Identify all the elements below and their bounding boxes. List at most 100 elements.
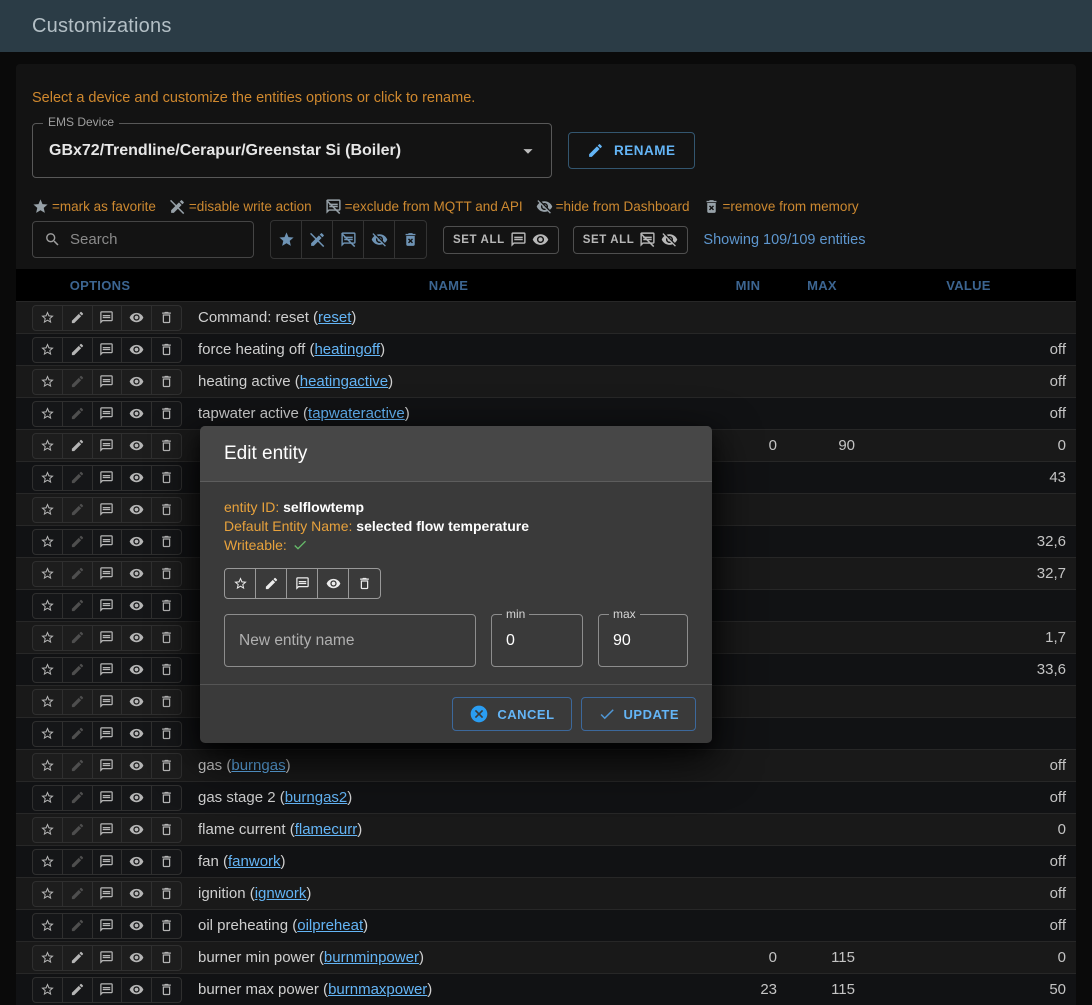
entity-id-link[interactable]: flamecurr bbox=[295, 821, 358, 838]
writeable-line: Writeable: bbox=[224, 536, 688, 555]
table-row[interactable]: burner min power (burnminpower) 0 115 0 bbox=[16, 941, 1076, 973]
entity-id-link[interactable]: oilpreheat bbox=[297, 917, 363, 934]
max-input[interactable] bbox=[599, 615, 687, 666]
filter-edit-off-button[interactable] bbox=[302, 221, 333, 258]
entity-id-link[interactable]: ignwork bbox=[255, 885, 307, 902]
table-row[interactable]: force heating off (heatingoff) off bbox=[16, 333, 1076, 365]
update-button[interactable]: UPDATE bbox=[581, 697, 696, 731]
table-row[interactable]: ignition (ignwork) off bbox=[16, 877, 1076, 909]
new-entity-name-field[interactable] bbox=[224, 614, 476, 667]
ems-device-label: EMS Device bbox=[43, 115, 119, 129]
set-all-hide-button[interactable]: SET ALL bbox=[573, 226, 689, 254]
entity-name: burner min power (burnminpower) bbox=[184, 949, 713, 966]
entity-id-link[interactable]: burnminpower bbox=[324, 949, 419, 966]
comment-icon bbox=[99, 758, 114, 773]
comment-icon bbox=[99, 438, 114, 453]
pencil-icon bbox=[70, 854, 85, 869]
trash-icon bbox=[159, 598, 174, 613]
table-row[interactable]: oil preheating (oilpreheat) off bbox=[16, 909, 1076, 941]
trash-forever-icon bbox=[402, 231, 419, 248]
table-row[interactable]: Command: reset (reset) bbox=[16, 301, 1076, 333]
table-row[interactable]: tapwater active (tapwateractive) off bbox=[16, 397, 1076, 429]
entity-id-value: selflowtemp bbox=[283, 499, 364, 515]
entity-id-link[interactable]: tapwateractive bbox=[308, 405, 405, 422]
pencil-icon bbox=[70, 374, 85, 389]
table-row[interactable]: burner max power (burnmaxpower) 23 115 5… bbox=[16, 973, 1076, 1005]
star-outline-icon bbox=[40, 342, 55, 357]
entity-id-link[interactable]: burnmaxpower bbox=[328, 981, 427, 998]
entity-min: 0 bbox=[713, 949, 783, 966]
star-outline-icon bbox=[40, 534, 55, 549]
filter-eye-off-button[interactable] bbox=[364, 221, 395, 258]
entity-value: 0 bbox=[861, 949, 1076, 966]
entity-edit-toggle[interactable] bbox=[256, 569, 287, 598]
entity-id-link[interactable]: heatingoff bbox=[314, 341, 380, 358]
star-outline-icon bbox=[40, 918, 55, 933]
chevron-down-icon bbox=[517, 140, 539, 162]
entity-star-o-toggle[interactable] bbox=[225, 569, 256, 598]
entity-trash-toggle[interactable] bbox=[349, 569, 380, 598]
star-outline-icon bbox=[40, 694, 55, 709]
entity-id-line: entity ID: selflowtemp bbox=[224, 498, 688, 517]
eye-icon bbox=[129, 886, 144, 901]
legend-item: =disable write action bbox=[169, 198, 312, 215]
trash-icon bbox=[159, 438, 174, 453]
star-outline-icon bbox=[40, 438, 55, 453]
filter-star-button[interactable] bbox=[271, 221, 302, 258]
entity-id-link[interactable]: heatingactive bbox=[300, 373, 388, 390]
min-field[interactable]: min bbox=[491, 614, 583, 667]
rename-button[interactable]: RENAME bbox=[568, 132, 695, 169]
star-outline-icon bbox=[40, 662, 55, 677]
comment-icon bbox=[510, 231, 527, 248]
star-outline-icon bbox=[40, 598, 55, 613]
comment-icon bbox=[99, 534, 114, 549]
table-row[interactable]: gas stage 2 (burngas2) off bbox=[16, 781, 1076, 813]
set-all-show-button[interactable]: SET ALL bbox=[443, 226, 559, 254]
legend-item: =remove from memory bbox=[703, 198, 859, 215]
filter-trash-x-button[interactable] bbox=[395, 221, 426, 258]
min-input[interactable] bbox=[492, 615, 582, 666]
column-header-min: MIN bbox=[713, 278, 783, 293]
pencil-icon bbox=[70, 950, 85, 965]
table-row[interactable]: flame current (flamecurr) 0 bbox=[16, 813, 1076, 845]
table-row[interactable]: heating active (heatingactive) off bbox=[16, 365, 1076, 397]
default-name-line: Default Entity Name: selected flow tempe… bbox=[224, 517, 688, 536]
max-field[interactable]: max bbox=[598, 614, 688, 667]
trash-icon bbox=[159, 822, 174, 837]
search-box[interactable] bbox=[32, 221, 254, 258]
eye-icon bbox=[129, 342, 144, 357]
star-outline-icon bbox=[40, 822, 55, 837]
ems-device-select[interactable]: EMS Device GBx72/Trendline/Cerapur/Green… bbox=[32, 123, 552, 178]
comment-off-icon bbox=[340, 231, 357, 248]
comment-icon bbox=[99, 950, 114, 965]
eye-icon bbox=[129, 630, 144, 645]
table-row[interactable]: fan (fanwork) off bbox=[16, 845, 1076, 877]
entity-id-link[interactable]: reset bbox=[318, 309, 351, 326]
min-field-label: min bbox=[502, 607, 529, 621]
pencil-icon bbox=[70, 502, 85, 517]
entity-comment-toggle[interactable] bbox=[287, 569, 318, 598]
entity-value: off bbox=[861, 341, 1076, 358]
pencil-icon bbox=[70, 598, 85, 613]
entity-value: 50 bbox=[861, 981, 1076, 998]
trash-icon bbox=[159, 982, 174, 997]
eye-icon bbox=[129, 918, 144, 933]
search-input[interactable] bbox=[70, 231, 242, 248]
entity-id-link[interactable]: burngas bbox=[231, 757, 285, 774]
table-row[interactable]: gas (burngas) off bbox=[16, 749, 1076, 781]
filter-comment-off-button[interactable] bbox=[333, 221, 364, 258]
eye-icon bbox=[532, 231, 549, 248]
cancel-icon bbox=[469, 704, 489, 724]
comment-icon bbox=[99, 502, 114, 517]
entity-id-link[interactable]: burngas2 bbox=[285, 789, 348, 806]
star-outline-icon bbox=[40, 470, 55, 485]
trash-icon bbox=[357, 576, 372, 591]
entity-name: tapwater active (tapwateractive) bbox=[184, 405, 713, 422]
entity-id-link[interactable]: fanwork bbox=[228, 853, 281, 870]
row-option-icons bbox=[32, 881, 182, 907]
eye-off-icon bbox=[371, 231, 388, 248]
cancel-button[interactable]: CANCEL bbox=[452, 697, 571, 731]
entity-eye-toggle[interactable] bbox=[318, 569, 349, 598]
new-entity-name-input[interactable] bbox=[225, 615, 475, 666]
pencil-icon bbox=[70, 566, 85, 581]
